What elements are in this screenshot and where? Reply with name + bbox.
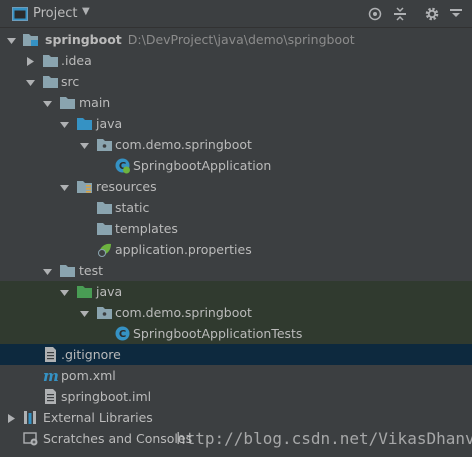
expand-chevron-down-icon[interactable]: [59, 181, 70, 192]
project-view-title[interactable]: Project: [33, 6, 77, 21]
tree-node-root[interactable]: springboot D:\DevProject\java\demo\spring…: [0, 29, 472, 50]
collapse-all-icon[interactable]: [392, 6, 408, 22]
tree-node-main-java[interactable]: java: [0, 113, 472, 134]
tree-label: pom.xml: [61, 368, 116, 383]
folder-icon: [59, 262, 76, 279]
tree-label: .gitignore: [61, 347, 121, 362]
tree-node-test-java[interactable]: java: [0, 281, 472, 302]
expand-chevron-down-icon[interactable]: [79, 307, 90, 318]
folder-icon: [96, 220, 113, 237]
expand-chevron-down-icon[interactable]: [25, 76, 36, 87]
settings-gear-icon[interactable]: [424, 6, 440, 22]
tree-label: SpringbootApplication: [133, 158, 272, 173]
libraries-icon: [22, 409, 39, 426]
tree-label: test: [79, 263, 104, 278]
text-file-icon: [42, 346, 59, 363]
package-icon: [96, 136, 113, 153]
tree-label: application.properties: [115, 242, 252, 257]
expand-chevron-down-icon[interactable]: [6, 34, 17, 45]
tree-label: Scratches and Consoles: [43, 431, 193, 446]
tree-node-app-class[interactable]: C SpringbootApplication: [0, 155, 472, 176]
tree-node-gitignore[interactable]: .gitignore: [0, 344, 472, 365]
tree-node-test-package[interactable]: com.demo.springboot: [0, 302, 472, 323]
tree-label: SpringbootApplicationTests: [133, 326, 303, 341]
tree-node-test[interactable]: test: [0, 260, 472, 281]
tree-node-idea[interactable]: .idea: [0, 50, 472, 71]
folder-icon: [42, 73, 59, 90]
tree-node-resources[interactable]: resources: [0, 176, 472, 197]
tree-node-templates[interactable]: templates: [0, 218, 472, 239]
expand-chevron-down-icon[interactable]: [59, 118, 70, 129]
svg-text:m: m: [43, 367, 59, 384]
tree-label: External Libraries: [43, 410, 153, 425]
test-folder-icon: [76, 283, 93, 300]
expand-chevron-down-icon[interactable]: [59, 286, 70, 297]
tree-label: com.demo.springboot: [115, 305, 252, 320]
module-folder-icon: [22, 31, 39, 48]
expand-chevron-down-icon[interactable]: [42, 97, 53, 108]
tree-node-test-class[interactable]: C SpringbootApplicationTests: [0, 323, 472, 344]
project-toolbar: Project ▼: [0, 0, 472, 28]
expand-chevron-down-icon[interactable]: [79, 139, 90, 150]
expand-chevron-right-icon[interactable]: [25, 55, 36, 66]
tree-node-app-properties[interactable]: application.properties: [0, 239, 472, 260]
tree-label: main: [79, 95, 111, 110]
folder-icon: [96, 199, 113, 216]
maven-icon: m: [42, 367, 59, 385]
tree-label: java: [96, 116, 123, 131]
tree-node-iml[interactable]: springboot.iml: [0, 386, 472, 407]
resources-folder-icon: [76, 178, 93, 195]
tree-node-static[interactable]: static: [0, 197, 472, 218]
package-icon: [96, 304, 113, 321]
view-dropdown-icon[interactable]: ▼: [82, 6, 90, 17]
tree-label: resources: [96, 179, 157, 194]
root-project-label: springboot D:\DevProject\java\demo\spring…: [45, 32, 355, 47]
tree-node-main-package[interactable]: com.demo.springboot: [0, 134, 472, 155]
svg-text:C: C: [119, 329, 126, 340]
source-folder-icon: [76, 115, 93, 132]
tree-node-main[interactable]: main: [0, 92, 472, 113]
folder-icon: [59, 94, 76, 111]
tree-label: src: [61, 74, 80, 89]
project-window-icon: [12, 7, 28, 21]
tree-node-external-libraries[interactable]: External Libraries: [0, 407, 472, 428]
tree-label: springboot.iml: [61, 389, 152, 404]
root-project-name: springboot: [45, 32, 122, 47]
root-project-path: D:\DevProject\java\demo\springboot: [127, 32, 355, 47]
tree-node-src[interactable]: src: [0, 71, 472, 92]
tree-label: .idea: [61, 53, 92, 68]
tree-label: templates: [115, 221, 178, 236]
hide-panel-icon[interactable]: [448, 6, 464, 22]
tree-node-pom[interactable]: m pom.xml: [0, 365, 472, 386]
tree-label: java: [96, 284, 123, 299]
module-file-icon: [42, 388, 59, 405]
expand-chevron-down-icon[interactable]: [42, 265, 53, 276]
spring-properties-icon: [96, 241, 113, 258]
scratches-console-icon: [22, 430, 39, 447]
locate-target-icon[interactable]: [367, 6, 383, 22]
tree-label: static: [115, 200, 150, 215]
expand-chevron-right-icon[interactable]: [6, 412, 17, 423]
tree-label: com.demo.springboot: [115, 137, 252, 152]
project-tree[interactable]: springboot D:\DevProject\java\demo\spring…: [0, 28, 472, 457]
test-class-icon: C: [114, 325, 131, 342]
watermark-url: http://blog.csdn.net/VikasDhanve: [176, 429, 472, 448]
folder-icon: [42, 52, 59, 69]
spring-boot-class-icon: C: [114, 157, 131, 174]
